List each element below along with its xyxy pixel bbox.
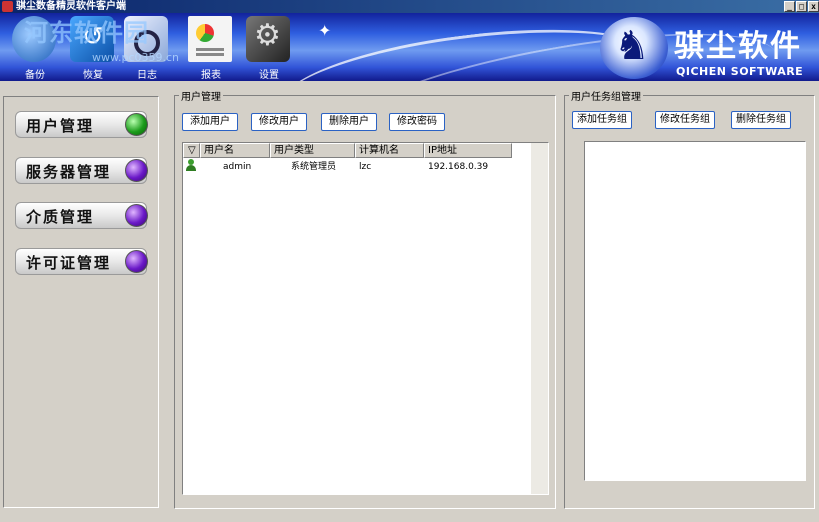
vertical-scrollbar[interactable]	[531, 143, 548, 494]
status-dot-icon	[125, 250, 148, 273]
user-list-header: ▽ 用户名 用户类型 计算机名 IP地址	[183, 143, 512, 158]
column-ip-address[interactable]: IP地址	[424, 143, 512, 158]
toolbar-report-button[interactable]: 报表	[186, 15, 238, 81]
cell-user-type: 系统管理员	[291, 162, 337, 172]
nav-media-management[interactable]: 介质管理	[15, 202, 148, 229]
watermark-text: 河东软件园	[24, 19, 149, 47]
status-dot-icon	[125, 204, 148, 227]
task-group-legend: 用户任务组管理	[571, 92, 641, 103]
toolbar-log-label: 日志	[137, 70, 157, 81]
cell-username: admin	[223, 162, 252, 172]
column-computer-name[interactable]: 计算机名	[355, 143, 424, 158]
cell-ip-address: 192.168.0.39	[428, 162, 489, 172]
status-dot-icon	[125, 113, 148, 136]
app-icon	[2, 1, 13, 12]
nav-label: 服务器管理	[26, 163, 112, 181]
edit-user-button[interactable]: 修改用户	[251, 113, 307, 131]
status-dot-icon	[125, 159, 148, 182]
gear-icon	[246, 16, 290, 62]
nav-user-management[interactable]: 用户管理	[15, 111, 148, 138]
nav-license-management[interactable]: 许可证管理	[15, 248, 148, 275]
nav-label: 介质管理	[26, 208, 95, 226]
add-user-button[interactable]: 添加用户	[182, 113, 238, 131]
add-task-group-button[interactable]: 添加任务组	[572, 111, 632, 129]
delete-task-group-button[interactable]: 删除任务组	[731, 111, 791, 129]
delete-user-button[interactable]: 删除用户	[321, 113, 377, 131]
sort-icon[interactable]: ▽	[183, 143, 200, 158]
cell-computer-name: lzc	[359, 162, 372, 172]
toolbar-settings-button[interactable]: 设置	[244, 15, 296, 81]
task-group-list[interactable]	[584, 141, 806, 481]
user-icon	[185, 159, 197, 171]
logo-en-text: QICHEN SOFTWARE	[676, 65, 804, 78]
table-row[interactable]: admin 系统管理员 lzc 192.168.0.39	[183, 159, 528, 175]
nav-label: 用户管理	[26, 117, 95, 135]
change-password-button[interactable]: 修改密码	[389, 113, 445, 131]
toolbar-report-label: 报表	[201, 70, 221, 81]
column-user-type[interactable]: 用户类型	[270, 143, 355, 158]
toolbar-backup-label: 备份	[25, 70, 45, 81]
sparkle-icon: ✦	[318, 21, 332, 40]
banner: ✦ 备份 恢复 日志 报表 设置 河东软件园 www.pc0359.cn 骐尘软…	[0, 13, 819, 81]
close-button[interactable]: x	[808, 1, 819, 12]
user-list[interactable]: ▽ 用户名 用户类型 计算机名 IP地址 admin 系统管理员 lzc 192…	[182, 142, 549, 495]
window-title: 骐尘数备精灵软件客户端	[16, 1, 126, 12]
watermark-url: www.pc0359.cn	[92, 51, 180, 64]
window-controls: _ □ x	[783, 1, 819, 12]
nav-panel: 用户管理 服务器管理 介质管理 许可证管理	[3, 96, 159, 508]
minimize-button[interactable]: _	[784, 1, 795, 12]
toolbar-restore-label: 恢复	[83, 70, 103, 81]
toolbar-settings-label: 设置	[259, 70, 279, 81]
logo-cn-text: 骐尘软件	[674, 29, 802, 64]
report-icon	[188, 16, 232, 62]
maximize-button[interactable]: □	[796, 1, 807, 12]
user-management-legend: 用户管理	[181, 92, 221, 103]
status-strip	[0, 510, 819, 522]
title-bar: 骐尘数备精灵软件客户端 _ □ x	[0, 0, 819, 13]
nav-label: 许可证管理	[26, 254, 112, 272]
nav-server-management[interactable]: 服务器管理	[15, 157, 148, 184]
edit-task-group-button[interactable]: 修改任务组	[655, 111, 715, 129]
horse-logo-icon	[600, 17, 668, 79]
brand-logo: 骐尘软件 QICHEN SOFTWARE	[600, 15, 819, 81]
column-username[interactable]: 用户名	[200, 143, 270, 158]
